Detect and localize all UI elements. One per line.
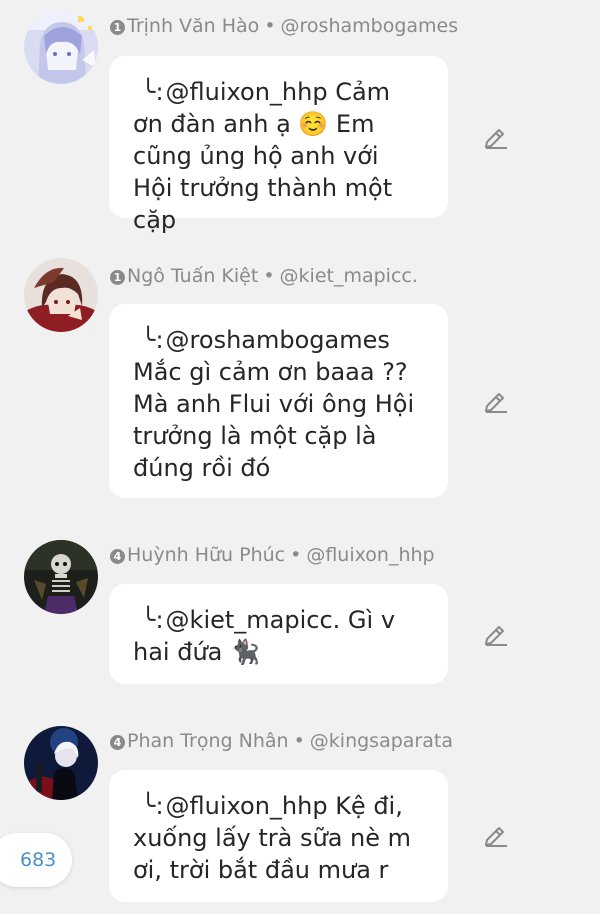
comment-header: 4 Huỳnh Hữu Phúc • @fluixon_hhp: [110, 543, 435, 567]
comment-text: @roshambogames Mắc gì cảm ơn baaa ?? Mà …: [133, 326, 415, 482]
avatar[interactable]: [24, 258, 98, 332]
comment-count-button[interactable]: 683: [0, 833, 72, 887]
pencil-icon[interactable]: [482, 123, 510, 151]
author-handle[interactable]: @fluixon_hhp: [306, 544, 434, 566]
comment-bubble[interactable]: ╰: @fluixon_hhp Cảm ơn đàn anh ạ ☺️ Em c…: [109, 56, 448, 234]
author-handle[interactable]: @roshambogames: [281, 15, 459, 37]
comment-header: 1 Ngô Tuấn Kiệt • @kiet_mapicc.: [110, 264, 418, 288]
separator: •: [290, 544, 302, 566]
level-badge: 4: [110, 549, 125, 564]
reply-mark: ╰:: [141, 78, 164, 106]
avatar[interactable]: [24, 540, 98, 614]
separator: •: [264, 15, 276, 37]
comment-header: 1 Trịnh Văn Hào • @roshambogames: [110, 14, 458, 38]
comment-count: 683: [20, 849, 57, 871]
author-name[interactable]: Phan Trọng Nhân: [127, 730, 289, 752]
comment-bubble[interactable]: ╰: @roshambogames Mắc gì cảm ơn baaa ?? …: [109, 304, 448, 498]
comment-text: @kiet_mapicc. Gì v hai đứa 🐈‍⬛: [133, 606, 396, 666]
level-badge: 4: [110, 735, 125, 750]
separator: •: [263, 265, 275, 287]
author-handle[interactable]: @kingsaparata: [310, 730, 453, 752]
level-badge: 1: [110, 20, 125, 35]
reply-mark: ╰:: [141, 792, 164, 820]
pencil-icon[interactable]: [482, 387, 510, 415]
reply-mark: ╰:: [141, 326, 164, 354]
pencil-icon[interactable]: [482, 620, 510, 648]
comment-bubble[interactable]: ╰: @kiet_mapicc. Gì v hai đứa 🐈‍⬛: [109, 584, 448, 684]
comment-header: 4 Phan Trọng Nhân • @kingsaparata: [110, 729, 453, 753]
author-name[interactable]: Huỳnh Hữu Phúc: [127, 544, 285, 566]
comment-text: @fluixon_hhp Cảm ơn đàn anh ạ ☺️ Em cũng…: [133, 78, 393, 234]
author-name[interactable]: Trịnh Văn Hào: [127, 15, 259, 37]
comment-text: @fluixon_hhp Kệ đi, xuống lấy trà sữa nè…: [133, 792, 412, 884]
level-badge: 1: [110, 270, 125, 285]
pencil-icon[interactable]: [482, 821, 510, 849]
author-name[interactable]: Ngô Tuấn Kiệt: [127, 265, 258, 287]
separator: •: [293, 730, 305, 752]
author-handle[interactable]: @kiet_mapicc.: [280, 265, 418, 287]
reply-mark: ╰:: [141, 606, 164, 634]
avatar[interactable]: [24, 726, 98, 800]
avatar[interactable]: [24, 10, 98, 84]
comment-bubble[interactable]: ╰: @fluixon_hhp Kệ đi, xuống lấy trà sữa…: [109, 770, 448, 902]
